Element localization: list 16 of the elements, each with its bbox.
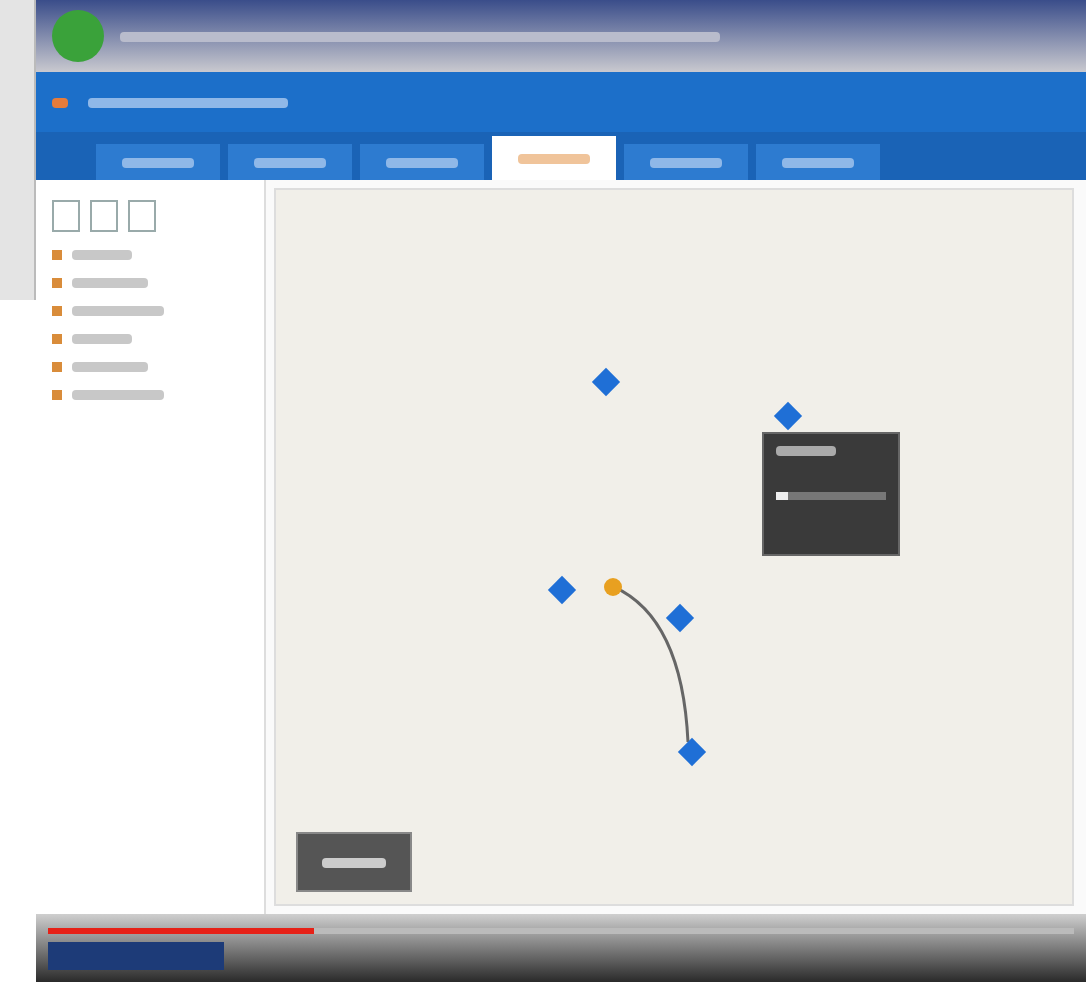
map[interactable] [274,188,1074,906]
tab[interactable] [492,136,616,180]
origin-dot-icon[interactable] [604,578,622,596]
popup-slider-fill[interactable] [776,492,787,500]
tool-icon[interactable] [52,200,80,232]
tab[interactable] [96,144,220,180]
tab[interactable] [624,144,748,180]
dark-button[interactable] [296,832,412,892]
tool-icon[interactable] [128,200,156,232]
tab[interactable] [360,144,484,180]
tool-icon[interactable] [90,200,118,232]
tab[interactable] [756,144,880,180]
channel-logo-icon [52,10,104,62]
tab[interactable] [228,144,352,180]
video-progress-track[interactable] [48,927,1074,933]
app-logo-icon [52,97,68,107]
